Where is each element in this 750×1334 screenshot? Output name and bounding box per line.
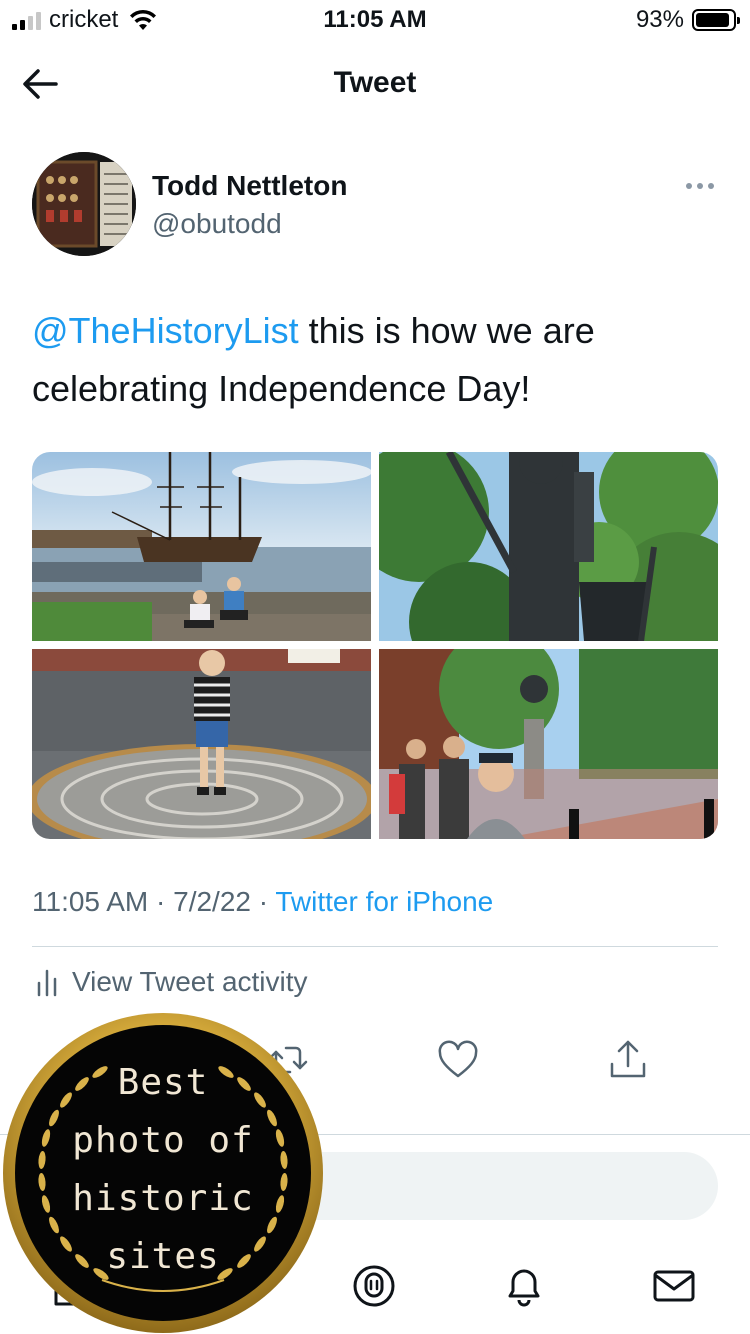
photo-boy-crowd[interactable] [379,649,718,839]
nav-header: Tweet [0,52,750,116]
status-bar: cricket 11:05 AM 93% [0,0,750,40]
author-handle[interactable]: @obutodd [152,208,282,240]
bar-chart-icon [37,969,57,997]
tweet-meta: 11:05 AM · 7/2/22 · Twitter for iPhone [32,886,493,918]
meta-separator: · [156,886,166,917]
tweet-time: 11:05 AM [32,886,149,917]
mention-link[interactable]: @TheHistoryList [32,310,299,351]
heart-icon[interactable] [436,1038,480,1082]
award-badge: Best photo of historic sites [2,1012,324,1334]
tweet-text: @TheHistoryList this is how we are celeb… [32,302,722,418]
tweet-text-line1: this is how we are [298,310,595,351]
photo-tall-ship[interactable] [32,452,371,641]
bell-icon[interactable] [500,1262,548,1310]
badge-line1: Best [117,1062,209,1103]
photo-girl-circle[interactable] [32,649,371,839]
media-grid [32,452,718,839]
laurel-wreath-icon [3,1013,323,1333]
badge-line4: sites [106,1236,220,1277]
tweet-text-line2: celebrating Independence Day! [32,368,531,409]
avatar[interactable] [32,152,136,256]
tweet-date: 7/2/22 [173,886,251,917]
meta-separator: · [258,886,269,917]
spaces-icon[interactable] [350,1262,398,1310]
view-tweet-activity[interactable]: View Tweet activity [36,966,308,998]
author-name[interactable]: Todd Nettleton [152,170,347,202]
divider [32,946,718,947]
tweet-source-link[interactable]: Twitter for iPhone [275,886,493,917]
more-options-icon[interactable] [684,176,716,196]
share-icon[interactable] [606,1038,650,1082]
mail-icon[interactable] [650,1262,698,1310]
battery-icon [692,9,740,31]
badge-line3: historic [72,1178,254,1219]
battery-indicator: 93% [635,6,740,34]
battery-percent: 93% [635,6,684,33]
page-title: Tweet [333,66,417,99]
activity-label: View Tweet activity [72,966,308,997]
badge-line2: photo of [72,1120,254,1161]
photo-statue[interactable] [379,452,718,641]
